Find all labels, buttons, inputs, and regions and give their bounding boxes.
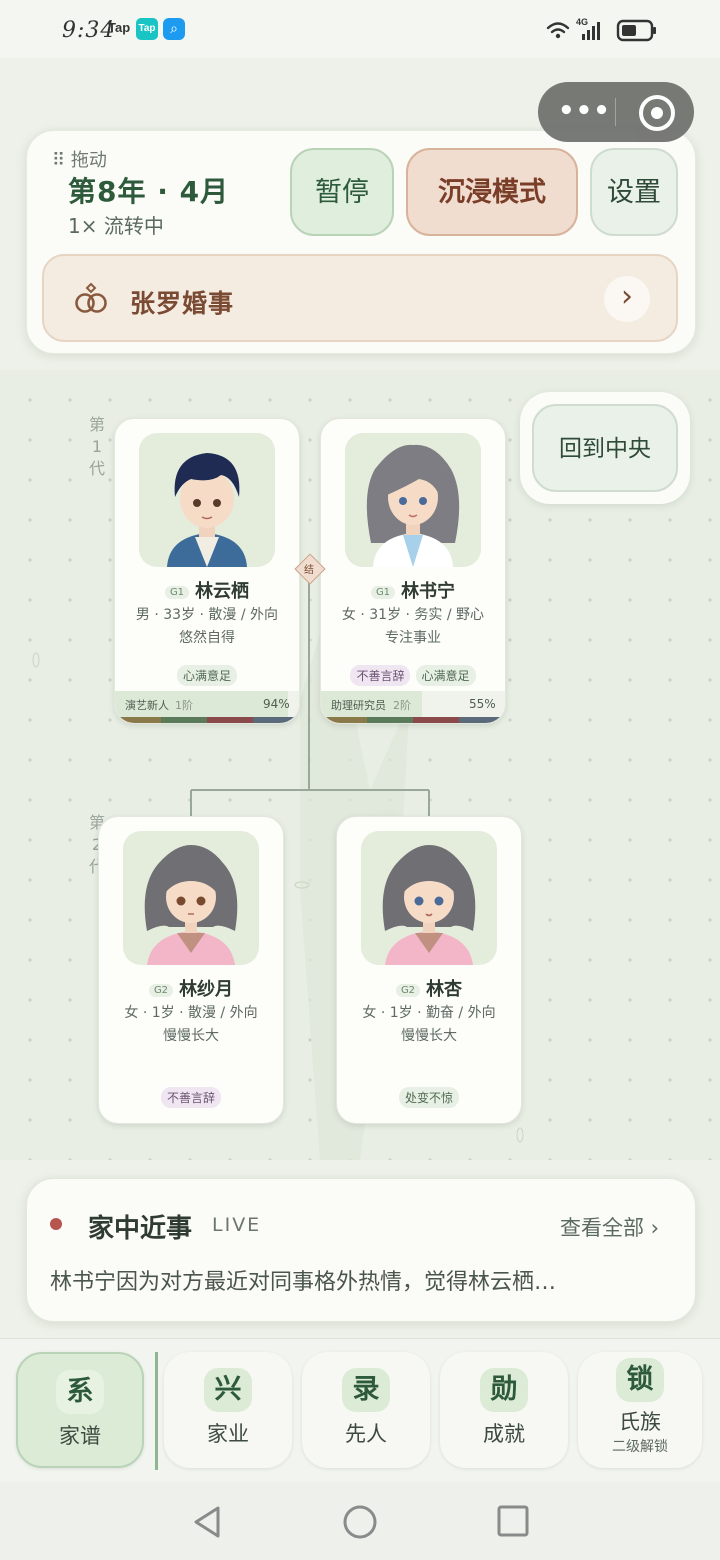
member-info: 男 · 33岁 · 散漫 / 外向 bbox=[135, 607, 279, 623]
live-tag: LIVE bbox=[212, 1214, 262, 1236]
pause-button[interactable]: 暂停 bbox=[290, 148, 394, 236]
nav-clan-locked[interactable]: 锁 氏族 二级解锁 bbox=[578, 1352, 702, 1468]
avatar bbox=[361, 831, 497, 965]
back-icon[interactable] bbox=[190, 1504, 224, 1540]
nav-glyph-icon: 系 bbox=[56, 1370, 104, 1414]
recenter-button[interactable]: 回到中央 bbox=[532, 404, 678, 492]
capsule-divider bbox=[615, 98, 616, 126]
generation-1-label: 第1代 bbox=[88, 415, 105, 478]
member-mood: 慢慢长大 bbox=[163, 1028, 219, 1044]
stat-strip bbox=[321, 717, 505, 723]
nav-glyph-icon: 兴 bbox=[204, 1368, 252, 1412]
member-mood: 专注事业 bbox=[385, 630, 441, 646]
nav-active-divider bbox=[155, 1352, 158, 1470]
avatar bbox=[123, 831, 259, 965]
news-title: 家中近事 bbox=[88, 1214, 193, 1244]
system-nav-bar bbox=[0, 1482, 720, 1560]
stat-strip bbox=[115, 717, 299, 723]
trait-list: 不善言辞 心满意足 bbox=[321, 665, 505, 686]
battery-icon bbox=[616, 19, 656, 42]
trait-list: 不善言辞 bbox=[99, 1087, 283, 1108]
search-app-icon: ⌕ bbox=[163, 18, 185, 40]
marriage-link-label: 结 bbox=[304, 565, 314, 576]
nav-family-business[interactable]: 兴 家业 bbox=[164, 1352, 292, 1468]
game-speed: 1× 流转中 bbox=[68, 214, 164, 238]
generation-badge: G1 bbox=[164, 586, 190, 599]
lock-glyph-icon: 锁 bbox=[616, 1358, 664, 1402]
member-info: 女 · 31岁 · 务实 / 野心 bbox=[341, 607, 485, 623]
wifi-icon bbox=[546, 22, 570, 34]
trait-list: 心满意足 bbox=[115, 665, 299, 686]
member-card[interactable]: G2 林纱月 女 · 1岁 · 散漫 / 外向 慢慢长大 不善言辞 bbox=[98, 816, 284, 1124]
nav-family-tree[interactable]: 系 家谱 bbox=[16, 1352, 144, 1468]
nav-glyph-icon: 勋 bbox=[480, 1368, 528, 1412]
immersive-mode-button[interactable]: 沉浸模式 bbox=[406, 148, 578, 236]
trait-badge: 心满意足 bbox=[176, 665, 237, 686]
job-title: 助理研究员 bbox=[331, 699, 386, 712]
nav-unlock-hint: 二级解锁 bbox=[612, 1439, 668, 1455]
member-name-row: G2 林杏 bbox=[337, 975, 521, 1001]
nav-achievements[interactable]: 勋 成就 bbox=[440, 1352, 568, 1468]
avatar bbox=[139, 433, 275, 567]
member-card[interactable]: G2 林杏 女 · 1岁 · 勤奋 / 外向 慢慢长大 处变不惊 bbox=[336, 816, 522, 1124]
member-card[interactable]: G1 林书宁 女 · 31岁 · 务实 / 野心 专注事业 不善言辞 心满意足 助… bbox=[320, 418, 506, 724]
member-name: 林杏 bbox=[426, 979, 463, 1000]
member-name-row: G2 林纱月 bbox=[99, 975, 283, 1001]
nav-label: 家谱 bbox=[59, 1424, 101, 1448]
job-progress-text: 55% bbox=[469, 697, 496, 711]
member-mood: 慢慢长大 bbox=[401, 1028, 457, 1044]
tap-app-badge-icon: Tap bbox=[136, 18, 158, 40]
family-news-card[interactable] bbox=[26, 1178, 696, 1322]
close-target-icon[interactable] bbox=[639, 95, 675, 131]
job-progress-bar: 助理研究员 2阶 55% bbox=[321, 691, 505, 717]
job-level: 2阶 bbox=[393, 699, 411, 712]
member-card[interactable]: G1 林云栖 男 · 33岁 · 散漫 / 外向 悠然自得 心满意足 演艺新人 1… bbox=[114, 418, 300, 724]
rings-icon bbox=[75, 282, 107, 313]
live-dot-icon bbox=[50, 1218, 62, 1230]
nav-label: 氏族 bbox=[619, 1410, 661, 1434]
nav-label: 家业 bbox=[207, 1422, 249, 1446]
recents-icon[interactable] bbox=[496, 1504, 530, 1538]
drag-handle[interactable]: ⠿ 拖动 bbox=[52, 146, 107, 172]
tap-app-icon: Tap bbox=[108, 20, 131, 35]
job-progress-bar: 演艺新人 1阶 94% bbox=[115, 691, 299, 717]
current-date: 第8年 · 4月 bbox=[68, 175, 230, 208]
job-level: 1阶 bbox=[175, 699, 193, 712]
trait-list: 处变不惊 bbox=[337, 1087, 521, 1108]
member-info: 女 · 1岁 · 散漫 / 外向 bbox=[124, 1005, 258, 1021]
member-mood: 悠然自得 bbox=[179, 630, 235, 646]
trait-badge: 心满意足 bbox=[415, 665, 476, 686]
member-name: 林书宁 bbox=[401, 581, 456, 602]
job-progress-text: 94% bbox=[263, 697, 290, 711]
nav-glyph-icon: 录 bbox=[342, 1368, 390, 1412]
miniprogram-capsule: ••• bbox=[538, 82, 694, 142]
status-icons: 4G bbox=[546, 16, 658, 48]
trait-badge: 不善言辞 bbox=[160, 1087, 221, 1108]
home-icon[interactable] bbox=[342, 1504, 378, 1540]
trait-badge: 处变不惊 bbox=[398, 1087, 459, 1108]
nav-label: 先人 bbox=[345, 1422, 387, 1446]
member-name-row: G1 林云栖 bbox=[115, 577, 299, 603]
member-info: 女 · 1岁 · 勤奋 / 外向 bbox=[362, 1005, 496, 1021]
marriage-event-label: 张罗婚事 bbox=[130, 289, 235, 318]
generation-badge: G2 bbox=[148, 984, 174, 997]
member-name: 林纱月 bbox=[179, 979, 234, 1000]
nav-ancestors[interactable]: 录 先人 bbox=[302, 1352, 430, 1468]
news-text: 林书宁因为对方最近对同事格外热情，觉得林云栖… bbox=[50, 1270, 557, 1295]
view-all-link[interactable]: 查看全部 › bbox=[560, 1212, 659, 1242]
trait-badge: 不善言辞 bbox=[350, 665, 411, 686]
member-name-row: G1 林书宁 bbox=[321, 577, 505, 603]
job-title: 演艺新人 bbox=[125, 699, 169, 712]
chevron-right-icon[interactable]: › bbox=[604, 276, 650, 322]
member-name: 林云栖 bbox=[195, 581, 250, 602]
more-menu-icon[interactable]: ••• bbox=[558, 96, 611, 126]
nav-label: 成就 bbox=[483, 1422, 525, 1446]
avatar bbox=[345, 433, 481, 567]
network-type: 4G bbox=[576, 17, 588, 27]
generation-badge: G1 bbox=[370, 586, 396, 599]
generation-badge: G2 bbox=[395, 984, 421, 997]
settings-button[interactable]: 设置 bbox=[590, 148, 678, 236]
